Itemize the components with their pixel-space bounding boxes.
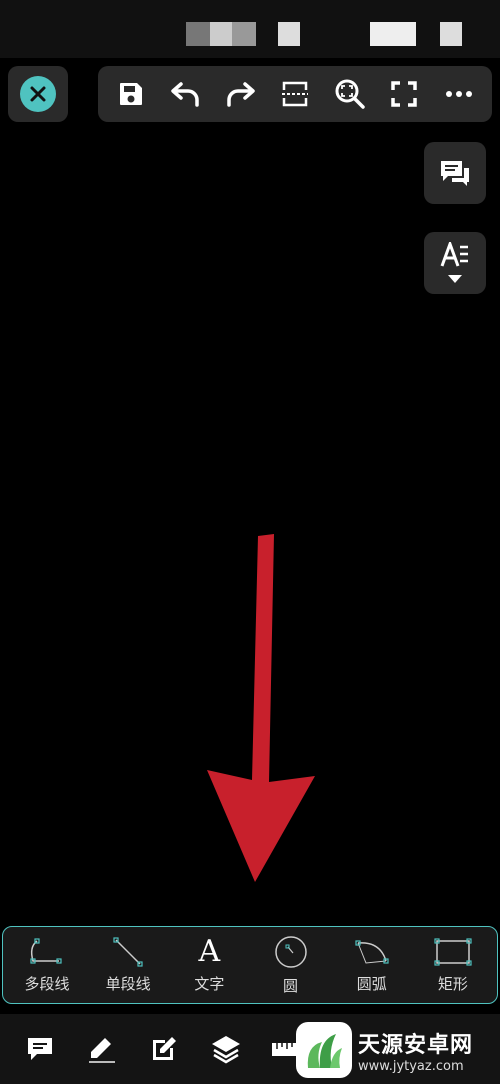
zoom-icon	[335, 79, 365, 109]
dropdown-icon	[448, 275, 462, 283]
more-button[interactable]	[437, 72, 481, 116]
status-block	[370, 22, 416, 46]
status-block	[210, 22, 232, 46]
tool-circle-label: 圆	[283, 976, 299, 995]
close-button[interactable]	[8, 66, 68, 122]
more-icon	[445, 91, 472, 97]
arc-icon	[355, 939, 389, 964]
undo-icon	[171, 82, 199, 107]
watermark-title: 天源安卓网	[358, 1032, 474, 1058]
watermark: 天源安卓网 www.jytyaz.com	[296, 1018, 496, 1082]
text-tool-icon: A	[198, 933, 221, 969]
status-block	[440, 22, 462, 46]
tool-text[interactable]: A 文字	[171, 930, 247, 1000]
layers-icon	[212, 1036, 240, 1064]
fullscreen-icon	[391, 81, 417, 107]
comment-icon	[441, 161, 469, 186]
tool-rect-label: 矩形	[437, 974, 468, 993]
status-block	[232, 22, 256, 46]
tool-rect[interactable]: 矩形	[415, 930, 491, 1000]
save-icon	[120, 83, 143, 105]
layers-button[interactable]	[208, 1031, 244, 1067]
red-arrow	[207, 534, 315, 882]
tool-line-label: 单段线	[105, 974, 151, 993]
tool-circle[interactable]: 圆	[253, 930, 329, 1000]
redo-button[interactable]	[218, 72, 262, 116]
undo-button[interactable]	[164, 72, 208, 116]
close-icon	[20, 76, 56, 112]
tool-arc-label: 圆弧	[356, 974, 387, 993]
measure-icon	[281, 81, 308, 107]
tool-arc[interactable]: 圆弧	[334, 930, 410, 1000]
rect-icon	[434, 937, 472, 966]
comment-button[interactable]	[424, 142, 486, 204]
measure-button[interactable]	[273, 72, 317, 116]
annotation-icon	[28, 1038, 52, 1060]
tool-polyline-label: 多段线	[24, 974, 70, 993]
circle-icon	[274, 935, 307, 968]
watermark-url: www.jytyaz.com	[358, 1058, 464, 1074]
text-style-icon	[440, 242, 468, 267]
top-toolbar	[98, 66, 492, 122]
edit-icon	[153, 1037, 176, 1060]
tool-text-label: 文字	[194, 974, 225, 993]
redo-icon	[227, 82, 256, 107]
fullscreen-button[interactable]	[382, 72, 426, 116]
line-icon	[113, 936, 143, 967]
zoom-button[interactable]	[328, 72, 372, 116]
pen-button[interactable]	[84, 1031, 120, 1067]
save-button[interactable]	[109, 72, 153, 116]
status-block	[186, 22, 210, 46]
watermark-logo-icon	[296, 1022, 352, 1078]
tool-line[interactable]: 单段线	[90, 930, 166, 1000]
edit-button[interactable]	[146, 1031, 182, 1067]
status-bar	[0, 0, 500, 58]
polyline-icon	[30, 937, 62, 964]
status-block	[278, 22, 300, 46]
annotation-button[interactable]	[22, 1031, 58, 1067]
drawing-tools-panel: 多段线 单段线 A 文字 圆 圆弧 矩形	[2, 926, 498, 1004]
tool-polyline[interactable]: 多段线	[9, 930, 85, 1000]
text-style-button[interactable]	[424, 232, 486, 294]
pen-icon	[89, 1038, 115, 1063]
